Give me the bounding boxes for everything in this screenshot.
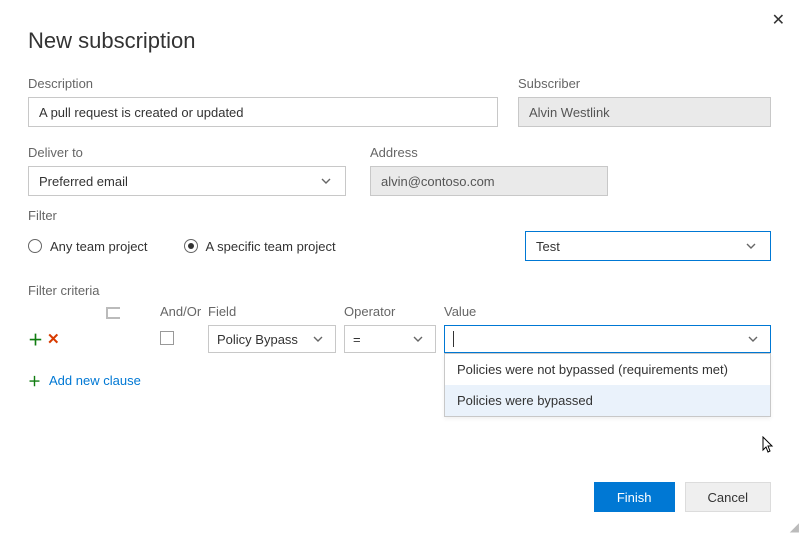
description-label: Description (28, 76, 498, 91)
filter-any-label: Any team project (50, 239, 148, 254)
chevron-down-icon (738, 240, 764, 252)
radio-icon (184, 239, 198, 253)
chevron-down-icon (313, 175, 339, 187)
deliver-to-label: Deliver to (28, 145, 346, 160)
andor-checkbox[interactable] (160, 331, 174, 345)
x-icon: ✕ (47, 331, 60, 348)
filter-any-radio[interactable]: Any team project (28, 239, 148, 254)
operator-value: = (353, 332, 361, 347)
operator-column-header: Operator (344, 304, 444, 319)
new-subscription-dialog: ✕ New subscription Description Subscribe… (0, 0, 799, 410)
close-button[interactable]: ✕ (772, 10, 785, 30)
deliver-to-select[interactable]: Preferred email (28, 166, 346, 196)
plus-icon: ＋ (28, 332, 43, 349)
add-clause-label: Add new clause (49, 373, 141, 388)
field-column-header: Field (208, 304, 344, 319)
add-row-button[interactable]: ＋ (28, 329, 43, 350)
value-select[interactable]: Policies were not bypassed (requirements… (444, 325, 771, 353)
chevron-down-icon (740, 333, 766, 345)
subscriber-value: Alvin Westlink (529, 105, 610, 120)
remove-row-button[interactable]: ✕ (47, 330, 60, 348)
close-icon: ✕ (772, 12, 785, 29)
finish-button[interactable]: Finish (594, 482, 675, 512)
filter-specific-label: A specific team project (206, 239, 336, 254)
operator-select[interactable]: = (344, 325, 436, 353)
subscriber-field: Alvin Westlink (518, 97, 771, 127)
address-value: alvin@contoso.com (381, 174, 495, 189)
address-label: Address (370, 145, 608, 160)
text-caret (453, 331, 454, 347)
group-icon (106, 307, 120, 319)
filter-criteria-label: Filter criteria (28, 283, 771, 298)
field-value: Policy Bypass (217, 332, 298, 347)
value-column-header: Value (444, 304, 771, 319)
project-select[interactable]: Test (525, 231, 771, 261)
description-value: A pull request is created or updated (39, 105, 244, 120)
dropdown-option[interactable]: Policies were bypassed (445, 385, 770, 416)
criteria-headers: And/Or Field Operator Value (28, 304, 771, 319)
cursor-icon (758, 436, 776, 458)
deliver-to-value: Preferred email (39, 174, 128, 189)
cancel-button[interactable]: Cancel (685, 482, 771, 512)
project-value: Test (536, 239, 560, 254)
description-field[interactable]: A pull request is created or updated (28, 97, 498, 127)
field-select[interactable]: Policy Bypass (208, 325, 336, 353)
dropdown-option[interactable]: Policies were not bypassed (requirements… (445, 354, 770, 385)
radio-icon (28, 239, 42, 253)
subscriber-label: Subscriber (518, 76, 771, 91)
criteria-row: ＋ ✕ Policy Bypass = (28, 325, 771, 353)
plus-icon: ＋ (28, 371, 41, 390)
address-field: alvin@contoso.com (370, 166, 608, 196)
andor-column-header: And/Or (160, 304, 208, 319)
value-dropdown: Policies were not bypassed (requirements… (444, 353, 771, 417)
chevron-down-icon (305, 333, 331, 345)
dialog-title: New subscription (28, 28, 771, 54)
filter-specific-radio[interactable]: A specific team project (184, 239, 336, 254)
group-column-header (106, 307, 160, 319)
chevron-down-icon (405, 333, 431, 345)
filter-section-label: Filter (28, 208, 771, 223)
dialog-footer: Finish Cancel (594, 482, 771, 512)
resize-grip-icon[interactable]: ◢ (790, 520, 797, 534)
